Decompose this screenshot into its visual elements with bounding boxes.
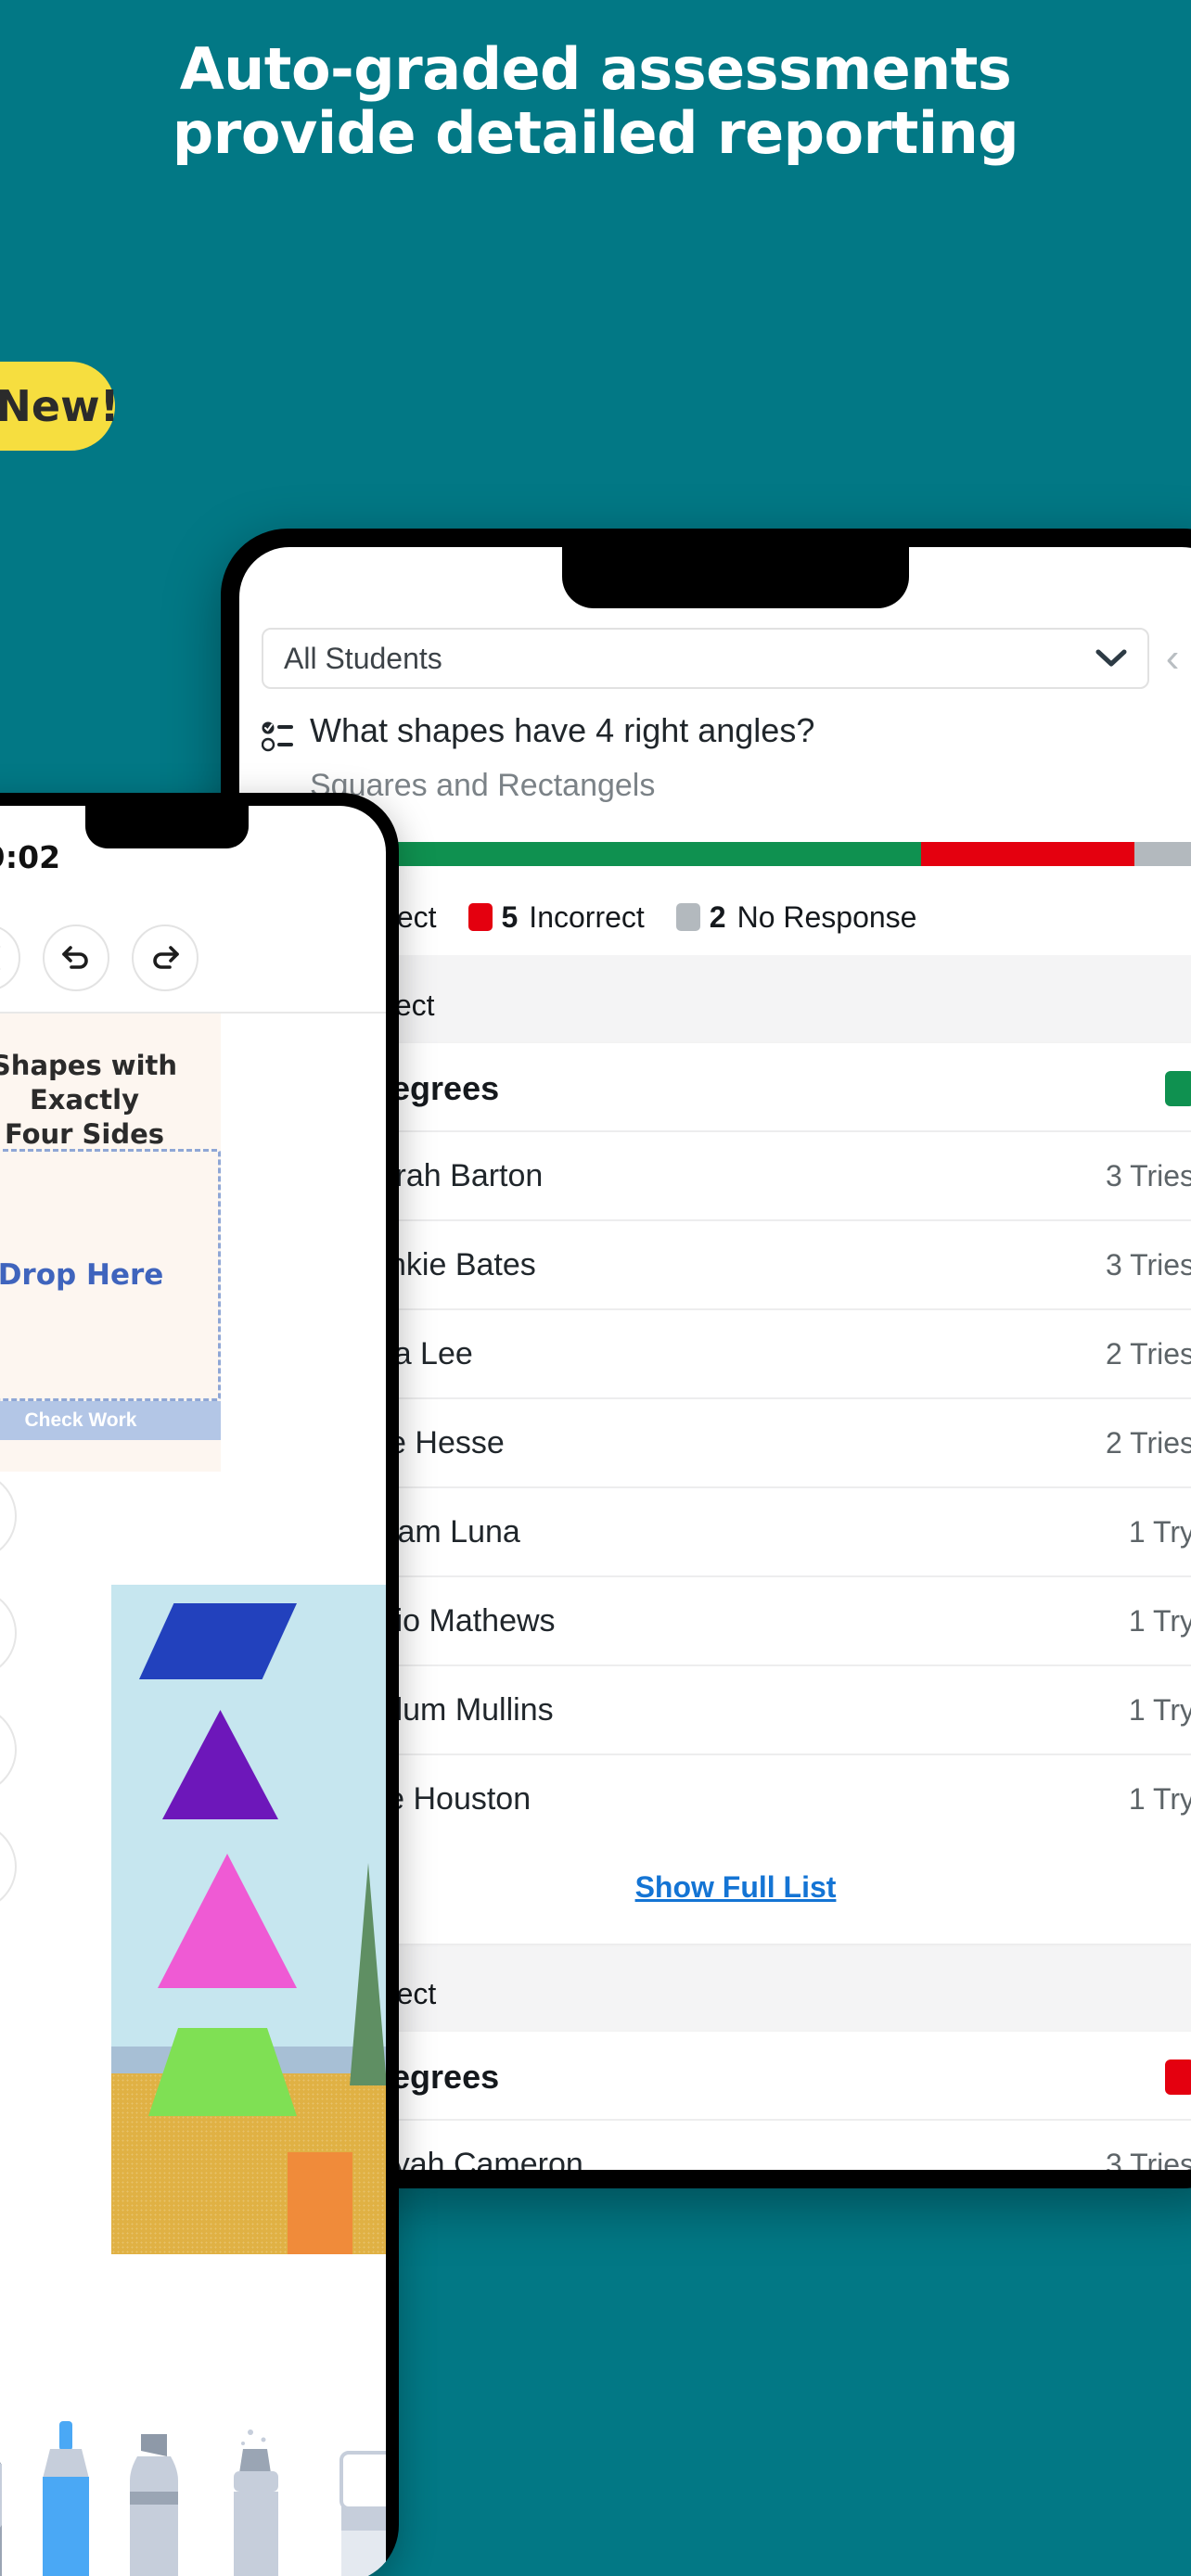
task-title-line-1: Shapes with Exactly — [0, 1050, 178, 1116]
task-title: Shapes with Exactly Four Sides — [0, 1049, 221, 1152]
results-bar-noresponse — [1134, 842, 1191, 866]
camera-tool-button[interactable] — [0, 1705, 17, 1794]
results-bar — [262, 842, 1191, 866]
legend-incorrect-count: 5 — [501, 899, 519, 934]
drop-zone-label: Drop Here — [0, 1258, 164, 1292]
answer-status-swatch — [1165, 2060, 1191, 2095]
student-tries: 2 Tries — [1105, 1425, 1191, 1460]
student-name: Amirah Barton — [341, 1157, 544, 1193]
show-full-list-link[interactable]: Show Full List — [635, 1870, 837, 1904]
legend-incorrect: 5 Incorrect — [467, 899, 645, 935]
student-tries: 3 Tries — [1105, 1247, 1191, 1282]
student-tries: 3 Tries — [1105, 2147, 1191, 2171]
results-bar-incorrect — [921, 842, 1135, 866]
student-tries: 1 Try — [1128, 1692, 1191, 1727]
new-badge: New! — [0, 362, 120, 451]
student-filter-value: All Students — [284, 641, 442, 675]
headline-line-1: Auto-graded assessments — [179, 35, 1012, 103]
task-card: Shapes with Exactly Four Sides Drop Here… — [0, 1014, 221, 1472]
student-tries: 3 Tries — [1105, 1158, 1191, 1192]
report-header: All Students ‹ › — [239, 612, 1191, 705]
legend-swatch-incorrect — [467, 903, 493, 931]
activity-illustration[interactable] — [111, 1585, 386, 2254]
question-block: What shapes have 4 right angles? Squares… — [239, 710, 1191, 804]
more-icon: ••• — [0, 1857, 1, 1876]
student-name: Kate Hesse — [341, 1424, 505, 1460]
pencil-tool[interactable] — [0, 2429, 2, 2576]
redo-icon — [153, 946, 179, 969]
text-tool-button[interactable]: T — [0, 1472, 17, 1561]
student-name: Lillie Houston — [341, 1780, 531, 1817]
headline-line-2: provide detailed reporting — [172, 99, 1019, 168]
question-answer: Squares and Rectangels — [310, 768, 656, 803]
student-name: Frankie Bates — [341, 1246, 536, 1282]
student-name: Aadam Luna — [341, 1513, 520, 1549]
eraser-tool[interactable] — [339, 2451, 386, 2576]
drawing-tools-tray — [0, 2421, 386, 2576]
more-tool-button[interactable]: ••• — [0, 1822, 17, 1911]
highlighter-tool[interactable] — [130, 2434, 178, 2576]
drop-zone[interactable]: Drop Here — [0, 1149, 221, 1401]
undo-icon — [62, 946, 88, 969]
promo-stage: Auto-graded assessments provide detailed… — [0, 0, 1191, 2576]
close-icon — [0, 942, 3, 974]
student-name: Kaylum Mullins — [341, 1691, 554, 1728]
prev-question-button[interactable]: ‹ — [1166, 638, 1180, 679]
legend-noresponse-count: 2 — [709, 899, 726, 934]
question-text: What shapes have 4 right angles? — [310, 711, 815, 749]
answer-status-swatch — [1165, 1071, 1191, 1106]
student-filter-select[interactable]: All Students — [262, 628, 1149, 689]
student-tries: 1 Try — [1128, 1603, 1191, 1638]
results-legend: 15 Correct 5 Incorrect 2 No Response — [262, 892, 1191, 942]
left-tool-rail: T — [0, 1472, 17, 1911]
activity-toolbar — [0, 904, 386, 1012]
undo-button[interactable] — [43, 925, 109, 991]
tablet-screen: 19:02 — [0, 806, 386, 2576]
phone-notch — [562, 547, 909, 608]
multiple-choice-icon — [262, 721, 293, 752]
close-button[interactable] — [0, 925, 20, 991]
legend-incorrect-label: Incorrect — [529, 899, 645, 934]
check-work-button[interactable]: Check Work — [0, 1401, 221, 1440]
legend-noresponse: 2 No Response — [675, 899, 917, 935]
student-name: Fabio Mathews — [341, 1602, 556, 1639]
student-tries: 2 Tries — [1105, 1336, 1191, 1371]
student-name: Bella Lee — [341, 1335, 473, 1371]
legend-swatch-noresponse — [675, 903, 700, 931]
student-tries: 1 Try — [1128, 1781, 1191, 1816]
redo-button[interactable] — [132, 925, 198, 991]
spray-tool[interactable] — [234, 2429, 278, 2576]
legend-noresponse-label: No Response — [736, 899, 917, 934]
chevron-down-icon — [1095, 649, 1127, 667]
student-name: Aaliyah Cameron — [341, 2146, 583, 2171]
microphone-tool-button[interactable] — [0, 1588, 17, 1677]
illustration-orange-block — [288, 2152, 352, 2254]
tablet-notch — [85, 806, 249, 848]
student-tries: 1 Try — [1128, 1514, 1191, 1549]
status-clock: 19:02 — [0, 839, 61, 875]
task-title-line-2: Four Sides — [4, 1118, 165, 1151]
marker-tool[interactable] — [43, 2421, 89, 2576]
tablet-device-activity: 19:02 — [0, 793, 399, 2576]
page-title: Auto-graded assessments provide detailed… — [0, 37, 1191, 166]
